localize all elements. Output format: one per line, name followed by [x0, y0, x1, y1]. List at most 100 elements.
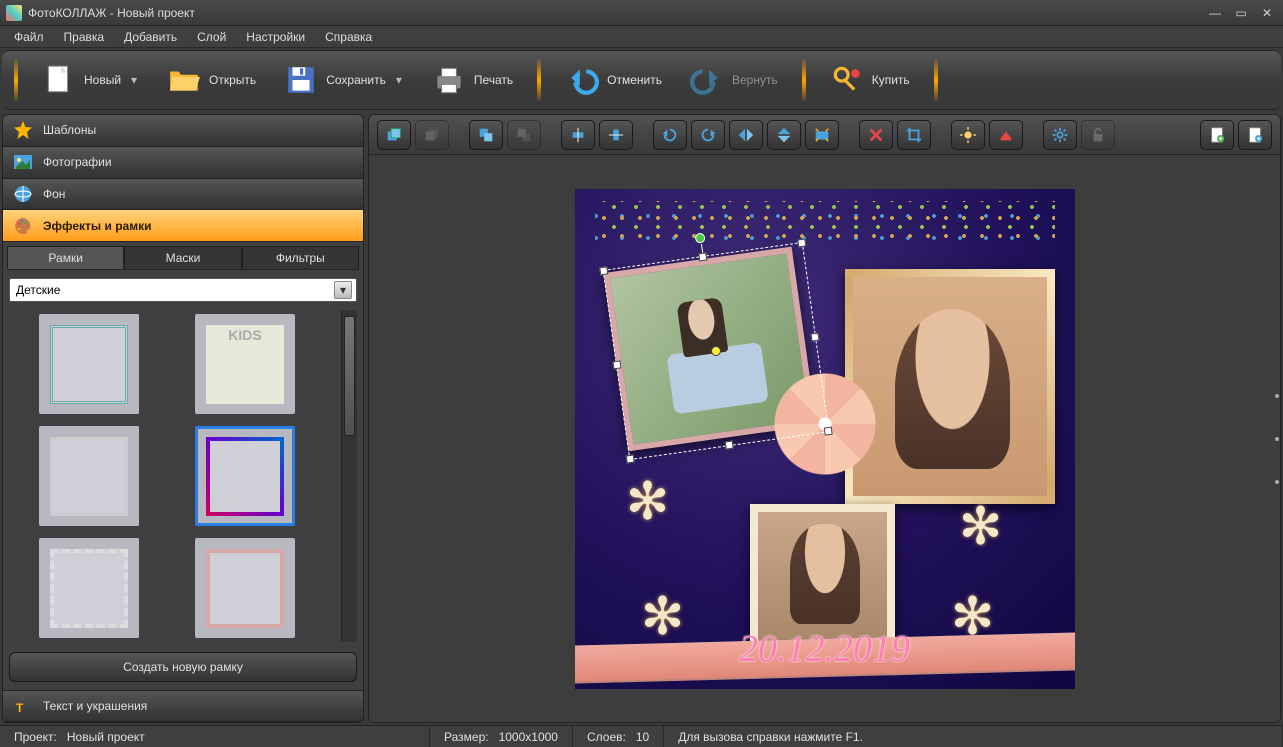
- status-value: 10: [636, 730, 649, 744]
- subtab-label: Фильтры: [276, 251, 325, 265]
- subtab-frames[interactable]: Рамки: [7, 246, 124, 269]
- sidebar-tab-text[interactable]: T Текст и украшения: [3, 690, 363, 722]
- snowflake-decoration[interactable]: [620, 474, 676, 530]
- frame-thumb[interactable]: [39, 426, 139, 526]
- menu-help[interactable]: Справка: [315, 27, 382, 47]
- folder-open-icon: [167, 63, 201, 97]
- fit-to-screen-button[interactable]: [805, 120, 839, 150]
- bring-forward-button[interactable]: [377, 120, 411, 150]
- status-project: Проект: Новый проект: [0, 726, 430, 747]
- app-icon: [6, 5, 22, 21]
- send-backward-button[interactable]: [415, 120, 449, 150]
- menu-layer[interactable]: Слой: [187, 27, 236, 47]
- delete-button[interactable]: [859, 120, 893, 150]
- menu-add[interactable]: Добавить: [114, 27, 187, 47]
- frame-thumb[interactable]: KIDS: [195, 314, 295, 414]
- subtab-label: Рамки: [48, 251, 82, 265]
- sidebar-tab-effects[interactable]: Эффекты и рамки: [3, 210, 363, 242]
- send-to-back-button[interactable]: [507, 120, 541, 150]
- category-selected: Детские: [16, 283, 60, 297]
- status-hint-text: Для вызова справки нажмите F1.: [678, 730, 863, 744]
- brightness-button[interactable]: [951, 120, 985, 150]
- status-size: Размер: 1000x1000: [430, 726, 573, 747]
- left-sidebar: Шаблоны Фотографии Фон Эффекты и рамки Р…: [2, 114, 364, 723]
- status-label: Проект:: [14, 730, 57, 744]
- new-button[interactable]: Новый ▾: [32, 55, 149, 105]
- align-horizontal-button[interactable]: [561, 120, 595, 150]
- collage-canvas[interactable]: 20.12.2019: [575, 189, 1075, 689]
- sidebar-tab-templates[interactable]: Шаблоны: [3, 115, 363, 147]
- svg-text:T: T: [16, 701, 24, 715]
- save-button[interactable]: Сохранить ▾: [274, 55, 414, 105]
- status-hint: Для вызова справки нажмите F1.: [664, 726, 1283, 747]
- frame-thumb[interactable]: [39, 538, 139, 638]
- undo-button-label: Отменить: [607, 73, 662, 87]
- sidebar-tab-label: Текст и украшения: [43, 699, 147, 713]
- text-icon: T: [13, 696, 33, 716]
- sidebar-tab-background[interactable]: Фон: [3, 179, 363, 211]
- save-button-label: Сохранить: [326, 73, 386, 87]
- close-button[interactable]: ✕: [1257, 6, 1277, 20]
- toolbar-separator: [537, 59, 541, 101]
- bring-to-front-button[interactable]: [469, 120, 503, 150]
- resize-handle[interactable]: [625, 454, 634, 463]
- chevron-down-icon[interactable]: ▾: [129, 59, 139, 101]
- maximize-button[interactable]: ▭: [1231, 6, 1251, 20]
- flower-decoration[interactable]: [770, 369, 880, 479]
- redo-button[interactable]: Вернуть: [680, 55, 788, 105]
- new-button-label: Новый: [84, 73, 121, 87]
- frame-thumb[interactable]: [39, 314, 139, 414]
- settings-button[interactable]: [1043, 120, 1077, 150]
- rotate-right-button[interactable]: [691, 120, 725, 150]
- sidebar-tab-photos[interactable]: Фотографии: [3, 147, 363, 179]
- right-panel-expand[interactable]: [1274, 394, 1280, 484]
- status-value: Новый проект: [67, 730, 145, 744]
- menu-edit[interactable]: Правка: [54, 27, 115, 47]
- snowflake-decoration[interactable]: [953, 499, 1009, 555]
- menu-bar: Файл Правка Добавить Слой Настройки Спра…: [0, 26, 1283, 48]
- crop-button[interactable]: [897, 120, 931, 150]
- resize-handle[interactable]: [810, 332, 819, 341]
- canvas-area: 20.12.2019: [368, 114, 1281, 723]
- star-icon: [13, 120, 33, 140]
- frame-thumb[interactable]: [195, 426, 295, 526]
- menu-settings[interactable]: Настройки: [236, 27, 315, 47]
- date-text-layer[interactable]: 20.12.2019: [575, 627, 1075, 671]
- buy-button[interactable]: Купить: [820, 55, 920, 105]
- necklace-decoration: [595, 201, 1055, 241]
- scrollbar-thumb[interactable]: [344, 316, 355, 436]
- frame-thumb[interactable]: [195, 538, 295, 638]
- frames-panel: Рамки Маски Фильтры Детские ▾ KIDS: [3, 242, 363, 690]
- toolbar-separator: [14, 59, 18, 101]
- flip-horizontal-button[interactable]: [729, 120, 763, 150]
- sub-tabs: Рамки Маски Фильтры: [7, 246, 359, 270]
- toolbar-separator: [802, 59, 806, 101]
- status-layers: Слоев: 10: [573, 726, 664, 747]
- title-bar: ФотоКОЛЛАЖ - Новый проект — ▭ ✕: [0, 0, 1283, 26]
- create-frame-button[interactable]: Создать новую рамку: [9, 652, 357, 682]
- print-button[interactable]: Печать: [422, 55, 523, 105]
- align-vertical-button[interactable]: [599, 120, 633, 150]
- window-title: ФотоКОЛЛАЖ - Новый проект: [28, 6, 1199, 20]
- frames-scrollbar[interactable]: [341, 310, 357, 642]
- chevron-down-icon[interactable]: ▾: [394, 59, 404, 101]
- lock-button[interactable]: [1081, 120, 1115, 150]
- canvas-toolbar: [369, 115, 1280, 155]
- main-toolbar: Новый ▾ Открыть Сохранить ▾ Печать Отмен…: [2, 50, 1281, 110]
- subtab-label: Маски: [166, 251, 201, 265]
- resize-handle[interactable]: [724, 440, 733, 449]
- subtab-masks[interactable]: Маски: [124, 246, 241, 269]
- add-page-button[interactable]: [1200, 120, 1234, 150]
- canvas-viewport[interactable]: 20.12.2019: [369, 155, 1280, 722]
- page-settings-button[interactable]: [1238, 120, 1272, 150]
- effects-button[interactable]: [989, 120, 1023, 150]
- menu-file[interactable]: Файл: [4, 27, 54, 47]
- subtab-filters[interactable]: Фильтры: [242, 246, 359, 269]
- minimize-button[interactable]: —: [1205, 6, 1225, 20]
- rotate-left-button[interactable]: [653, 120, 687, 150]
- category-dropdown[interactable]: Детские ▾: [9, 278, 357, 302]
- flip-vertical-button[interactable]: [767, 120, 801, 150]
- status-label: Размер:: [444, 730, 489, 744]
- undo-button[interactable]: Отменить: [555, 55, 672, 105]
- open-button[interactable]: Открыть: [157, 55, 266, 105]
